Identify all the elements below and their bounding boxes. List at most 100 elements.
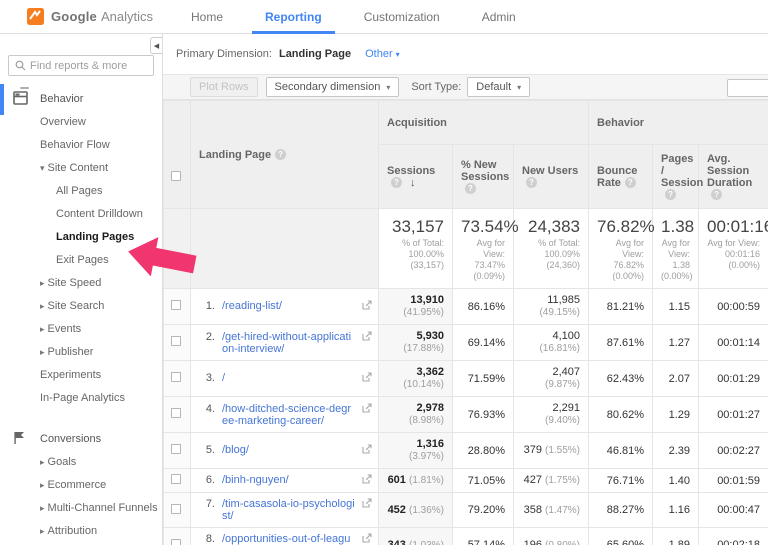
row-checkbox[interactable]: [171, 408, 181, 418]
session-duration-column-header[interactable]: Avg. Session Duration?: [698, 144, 768, 209]
totals-row: 33,157% of Total: 100.00% (33,157) 73.54…: [163, 208, 768, 289]
landing-page-link[interactable]: /get-hired-without-application-interview…: [222, 331, 357, 355]
nav-tab-admin[interactable]: Admin: [461, 0, 537, 34]
landing-page-link[interactable]: /how-ditched-science-degree-marketing-ca…: [222, 403, 357, 427]
landing-page-link[interactable]: /tim-casasola-io-psychologist/: [222, 498, 357, 522]
sidebar-item-exit-pages[interactable]: Exit Pages: [0, 249, 162, 272]
brand[interactable]: Google Analytics: [0, 8, 170, 25]
new-users-cell: 196 (0.80%): [512, 527, 590, 545]
sidebar-item-multi-channel-funnels[interactable]: ▸ Multi-Channel Funnels: [0, 497, 162, 520]
sidebar-item-all-pages[interactable]: All Pages: [0, 180, 162, 203]
bounce-rate-column-header[interactable]: Bounce Rate?: [588, 144, 654, 209]
row-checkbox[interactable]: [171, 444, 181, 454]
sessions-cell: 13,910 (41.95%): [378, 288, 453, 325]
sidebar-item-site-content[interactable]: ▾ Site Content: [0, 157, 162, 180]
bounce-rate-cell: 88.27%: [588, 492, 654, 528]
sidebar-item-conversions[interactable]: Conversions: [0, 428, 162, 451]
sidebar-item-site-search[interactable]: ▸ Site Search: [0, 295, 162, 318]
secondary-dimension-button[interactable]: Secondary dimension ▾: [265, 77, 400, 97]
new-sessions-column-header[interactable]: % New Sessions?: [452, 144, 514, 209]
bounce-rate-cell: 80.62%: [588, 396, 654, 433]
sessions-cell: 2,978 (8.98%): [378, 396, 453, 433]
chevron-down-icon: ▾: [40, 163, 45, 173]
open-in-new-icon[interactable]: [362, 498, 372, 511]
bounce-rate-cell: 87.61%: [588, 324, 654, 361]
row-checkbox-cell: [163, 468, 191, 493]
sidebar-search[interactable]: [8, 55, 154, 76]
sidebar-item-label: Attribution: [47, 525, 98, 537]
help-icon[interactable]: ?: [665, 188, 677, 200]
row-checkbox[interactable]: [171, 474, 181, 484]
open-in-new-icon[interactable]: [362, 474, 372, 487]
row-checkbox-cell: [163, 432, 191, 469]
help-icon[interactable]: ?: [624, 176, 636, 188]
open-in-new-icon[interactable]: [362, 330, 372, 344]
select-all-checkbox[interactable]: [171, 171, 181, 181]
duration-cell: 00:01:14: [698, 324, 768, 361]
new-sessions-cell: 86.16%: [452, 288, 514, 325]
totals-bounce-rate: 76.82% Avg for View: 76.82% (0.00%): [588, 208, 655, 289]
sidebar-item-landing-pages[interactable]: Landing Pages: [0, 226, 162, 249]
help-icon[interactable]: ?: [526, 176, 537, 188]
sort-type-button[interactable]: Default ▾: [467, 77, 531, 97]
help-icon[interactable]: ?: [275, 148, 287, 160]
sidebar-item-overview[interactable]: Overview: [0, 111, 162, 134]
sidebar-item-behavior[interactable]: Behavior: [0, 84, 162, 115]
landing-page-link[interactable]: /blog/: [222, 444, 357, 456]
nav-tab-customization[interactable]: Customization: [343, 0, 461, 34]
sidebar-item-in-page-analytics[interactable]: In-Page Analytics: [0, 387, 162, 410]
table-row: 4. /how-ditched-science-degree-marketing-…: [163, 396, 768, 433]
landing-page-link[interactable]: /binh-nguyen/: [222, 474, 357, 486]
new-users-column-header[interactable]: New Users?: [512, 144, 590, 209]
sidebar-nav: Behavior Overview Behavior Flow ▾ Site Conte…: [0, 84, 162, 543]
plot-rows-button[interactable]: Plot Rows: [190, 77, 258, 97]
totals-new-sessions: 73.54% Avg for View: 73.47% (0.09%): [452, 208, 519, 289]
table-search-input[interactable]: [727, 79, 768, 97]
help-icon[interactable]: ?: [711, 188, 723, 200]
sidebar-item-events[interactable]: ▸ Events: [0, 318, 162, 341]
nav-tab-reporting[interactable]: Reporting: [244, 0, 343, 34]
search-input[interactable]: [30, 59, 153, 72]
row-checkbox[interactable]: [171, 538, 181, 545]
open-in-new-icon[interactable]: [362, 533, 372, 545]
landing-page-link[interactable]: /opportunities-out-of-league/: [222, 533, 357, 545]
sessions-column-header[interactable]: Sessions? ↓: [378, 144, 453, 209]
sidebar-item-publisher[interactable]: ▸ Publisher: [0, 341, 162, 364]
sidebar-collapse-button[interactable]: ◀: [150, 37, 162, 54]
report-area: Primary Dimension: Landing Page Other ▾ …: [163, 34, 768, 545]
pages-session-column-header[interactable]: Pages / Session?: [652, 144, 703, 209]
sidebar-item-goals[interactable]: ▸ Goals: [0, 451, 162, 474]
report-toolbar: Plot Rows Secondary dimension ▾ Sort Type…: [163, 74, 768, 100]
help-icon[interactable]: ?: [391, 176, 402, 188]
sessions-cell: 452 (1.36%): [378, 492, 453, 528]
landing-page-column-header[interactable]: Landing Page?: [190, 100, 379, 209]
open-in-new-icon[interactable]: [362, 300, 372, 313]
table-row: 8. /opportunities-out-of-league/343 (1.03…: [163, 527, 768, 545]
row-checkbox[interactable]: [171, 372, 181, 382]
help-icon[interactable]: ?: [465, 182, 476, 194]
open-in-new-icon[interactable]: [362, 372, 372, 385]
sidebar-item-content-drilldown[interactable]: Content Drilldown: [0, 203, 162, 226]
row-index: 6.: [205, 474, 215, 486]
chevron-right-icon: ▸: [40, 278, 45, 288]
google-analytics-window: Google Analytics Home Reporting Customizat…: [0, 0, 768, 545]
nav-tab-home[interactable]: Home: [170, 0, 244, 34]
open-in-new-icon[interactable]: [362, 402, 372, 416]
sidebar-item-ecommerce[interactable]: ▸ Ecommerce: [0, 474, 162, 497]
row-checkbox[interactable]: [171, 336, 181, 346]
sidebar-item-attribution[interactable]: ▸ Attribution: [0, 520, 162, 543]
landing-page-link[interactable]: /reading-list/: [222, 300, 357, 312]
row-checkbox[interactable]: [171, 503, 181, 514]
open-in-new-icon[interactable]: [362, 444, 372, 457]
sidebar-item-experiments[interactable]: Experiments: [0, 364, 162, 387]
landing-page-link[interactable]: /: [222, 372, 357, 384]
row-checkbox[interactable]: [171, 300, 181, 310]
row-checkbox-cell: [163, 324, 191, 361]
other-dimension-link[interactable]: Other ▾: [365, 48, 400, 60]
duration-cell: 00:02:18: [698, 527, 768, 545]
sidebar-item-behavior-flow[interactable]: Behavior Flow: [0, 134, 162, 157]
pages-session-cell: 1.27: [652, 324, 700, 361]
primary-dimension-value[interactable]: Landing Page: [279, 48, 351, 60]
top-header: Google Analytics Home Reporting Customizat…: [0, 0, 768, 34]
sidebar-item-site-speed[interactable]: ▸ Site Speed: [0, 272, 162, 295]
